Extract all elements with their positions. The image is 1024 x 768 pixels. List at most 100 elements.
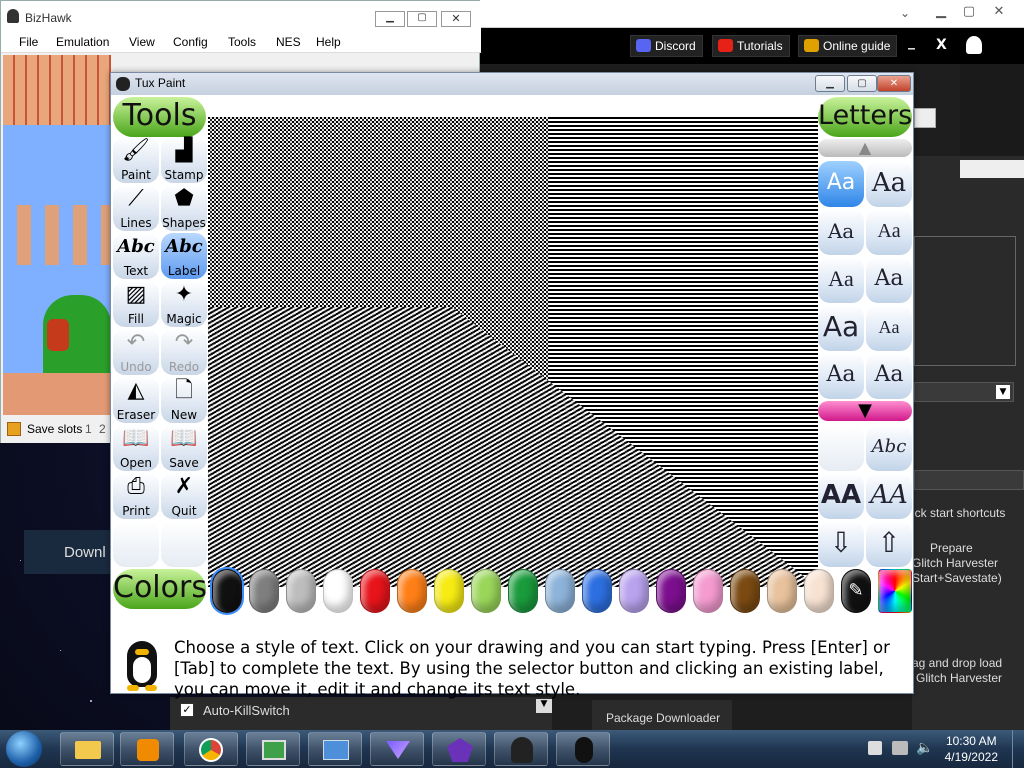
color-swatch[interactable]: [471, 569, 501, 613]
color-swatch[interactable]: [397, 569, 427, 613]
tool-magic[interactable]: ✦ Magic: [161, 281, 207, 327]
tool-new[interactable]: 🗋 New: [161, 377, 207, 423]
menu-emulation[interactable]: Emulation: [56, 35, 109, 49]
tool-label[interactable]: Abc Label: [161, 233, 207, 279]
volume-icon[interactable]: 🔈: [916, 740, 933, 756]
font-option[interactable]: Aa: [866, 353, 912, 399]
chevron-down-icon[interactable]: ▼: [536, 699, 552, 713]
emulator-game-screen[interactable]: [3, 55, 111, 415]
color-swatch[interactable]: [360, 569, 390, 613]
minimize-button[interactable]: _: [908, 34, 915, 50]
close-icon[interactable]: [914, 108, 936, 128]
action-center-icon[interactable]: [868, 741, 882, 755]
menu-help[interactable]: Help: [316, 35, 341, 49]
discord-button[interactable]: Discord: [630, 35, 703, 57]
tool-fill[interactable]: ▨ Fill: [113, 281, 159, 327]
user-icon[interactable]: [966, 36, 982, 54]
text-size-up-icon[interactable]: ⇧: [866, 521, 912, 567]
start-button[interactable]: [6, 731, 42, 767]
color-swatch[interactable]: [693, 569, 723, 613]
color-swatch[interactable]: [286, 569, 316, 613]
maximize-icon[interactable]: ▢: [407, 11, 437, 27]
label-selector-icon[interactable]: Abc: [866, 425, 912, 471]
taskbar-media-player[interactable]: [120, 732, 174, 766]
checkbox-icon[interactable]: ✓: [180, 703, 194, 717]
tool-paint[interactable]: 🖌 Paint: [113, 137, 159, 183]
background-dropdown[interactable]: ▼: [914, 382, 1014, 402]
restore-icon[interactable]: ▢: [958, 4, 980, 20]
font-option[interactable]: Aa: [818, 353, 864, 399]
italic-button[interactable]: AA: [866, 473, 912, 519]
color-swatch[interactable]: [434, 569, 464, 613]
close-icon[interactable]: ✕: [988, 4, 1010, 20]
bold-button[interactable]: AA: [818, 473, 864, 519]
tool-shapes[interactable]: ⬟ Shapes: [161, 185, 207, 231]
maximize-icon[interactable]: ▢: [847, 75, 877, 92]
tool-undo[interactable]: ↶ Undo: [113, 329, 159, 375]
show-desktop-button[interactable]: [1012, 730, 1024, 768]
clock[interactable]: 10:30 AM 4/19/2022: [945, 733, 998, 765]
tool-save[interactable]: 📖 Save: [161, 425, 207, 471]
color-swatch[interactable]: [582, 569, 612, 613]
minimize-icon[interactable]: ▁: [815, 75, 845, 92]
minimize-icon[interactable]: ▁: [930, 4, 952, 20]
close-icon[interactable]: ✕: [877, 75, 911, 92]
tool-lines[interactable]: ⟋ Lines: [113, 185, 159, 231]
menu-view[interactable]: View: [129, 35, 155, 49]
color-swatch[interactable]: [804, 569, 834, 613]
download-button[interactable]: Downl: [24, 530, 114, 574]
background-dropdown-2[interactable]: [914, 470, 1024, 490]
color-swatch[interactable]: [210, 567, 244, 615]
color-swatch[interactable]: [545, 569, 575, 613]
package-downloader-button[interactable]: Package Downloader: [592, 700, 732, 730]
color-swatch[interactable]: [730, 569, 760, 613]
tool-stamp[interactable]: ▟ Stamp: [161, 137, 207, 183]
network-icon[interactable]: [892, 741, 908, 755]
font-option[interactable]: Aa: [866, 161, 912, 207]
tutorials-button[interactable]: Tutorials: [712, 35, 790, 57]
text-size-down-icon[interactable]: ⇩: [818, 521, 864, 567]
taskbar-tuxpaint[interactable]: [556, 732, 610, 766]
close-icon[interactable]: ✕: [441, 11, 471, 27]
menu-config[interactable]: Config: [173, 35, 208, 49]
tool-quit[interactable]: ✗ Quit: [161, 473, 207, 519]
scroll-down-arrow-icon[interactable]: ▼: [818, 401, 912, 421]
font-option[interactable]: Aa: [818, 161, 864, 207]
color-swatch[interactable]: [619, 569, 649, 613]
chevron-down-icon[interactable]: ⌄: [900, 6, 910, 20]
menu-tools[interactable]: Tools: [228, 35, 256, 49]
rainbow-color-icon[interactable]: [878, 569, 912, 613]
taskbar-app-7[interactable]: [432, 732, 486, 766]
tool-redo[interactable]: ↷ Redo: [161, 329, 207, 375]
taskbar-app-6[interactable]: [370, 732, 424, 766]
font-option[interactable]: Aa: [866, 305, 912, 351]
tool-open[interactable]: 📖 Open: [113, 425, 159, 471]
save-slot-2[interactable]: 2: [99, 422, 106, 436]
font-option[interactable]: Aa: [818, 305, 864, 351]
menu-nes[interactable]: NES: [276, 35, 301, 49]
color-swatch[interactable]: [508, 569, 538, 613]
taskbar-chrome[interactable]: [184, 732, 238, 766]
scroll-up-arrow-icon[interactable]: ▲: [818, 139, 912, 157]
drawing-canvas[interactable]: [208, 117, 818, 587]
color-picker-icon[interactable]: ✎: [841, 569, 871, 613]
save-slot-1[interactable]: 1: [85, 422, 92, 436]
color-swatch[interactable]: [249, 569, 279, 613]
minimize-icon[interactable]: ▁: [375, 11, 405, 27]
taskbar-app-4[interactable]: [246, 732, 300, 766]
tool-text[interactable]: Abc Text: [113, 233, 159, 279]
font-option[interactable]: Aa: [818, 209, 864, 255]
color-swatch[interactable]: [323, 569, 353, 613]
online-guide-button[interactable]: Online guide: [798, 35, 898, 57]
color-swatch[interactable]: [767, 569, 797, 613]
taskbar-app-5[interactable]: [308, 732, 362, 766]
font-option[interactable]: Aa: [866, 257, 912, 303]
font-option[interactable]: Aa: [818, 257, 864, 303]
taskbar-file-explorer[interactable]: [60, 732, 114, 766]
tool-print[interactable]: ⎙ Print: [113, 473, 159, 519]
color-swatch[interactable]: [656, 569, 686, 613]
font-option[interactable]: Aa: [866, 209, 912, 255]
menu-file[interactable]: File: [19, 35, 38, 49]
close-button[interactable]: X: [936, 37, 947, 53]
tool-eraser[interactable]: ◭ Eraser: [113, 377, 159, 423]
